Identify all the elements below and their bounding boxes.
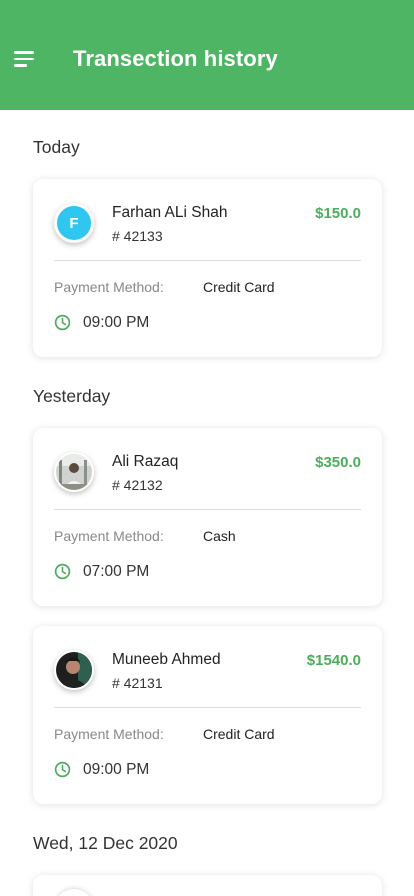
transaction-card[interactable] bbox=[33, 875, 382, 896]
transaction-ref: # 42133 bbox=[112, 228, 163, 244]
transaction-time: 07:00 PM bbox=[83, 563, 150, 580]
transaction-amount: $150.0 bbox=[315, 205, 361, 222]
avatar-letter: F bbox=[69, 214, 79, 232]
avatar bbox=[54, 889, 94, 896]
customer-name: Ali Razaq bbox=[112, 453, 179, 470]
divider bbox=[54, 509, 361, 510]
payment-method-label: Payment Method: bbox=[54, 528, 164, 544]
clock-icon bbox=[54, 563, 71, 580]
payment-method-label: Payment Method: bbox=[54, 726, 164, 742]
avatar bbox=[54, 650, 94, 690]
transaction-ref: # 42132 bbox=[112, 477, 163, 493]
transaction-amount: $350.0 bbox=[315, 454, 361, 471]
clock-icon bbox=[54, 314, 71, 331]
app-bar: Transection history bbox=[0, 0, 414, 110]
transaction-list[interactable]: Today F Farhan ALi Shah # 42133 $150.0 P… bbox=[0, 110, 414, 896]
customer-name: Muneeb Ahmed bbox=[112, 651, 221, 668]
transaction-card[interactable]: Muneeb Ahmed # 42131 $1540.0 Payment Met… bbox=[33, 626, 382, 804]
user-photo-icon bbox=[56, 652, 92, 688]
avatar bbox=[54, 452, 94, 492]
customer-name: Farhan ALi Shah bbox=[112, 204, 228, 221]
section-title-today: Today bbox=[33, 137, 80, 157]
section-title-date: Wed, 12 Dec 2020 bbox=[33, 833, 178, 853]
section-title-yesterday: Yesterday bbox=[33, 386, 111, 406]
page-title: Transection history bbox=[73, 46, 278, 71]
payment-method-label: Payment Method: bbox=[54, 279, 164, 295]
divider bbox=[54, 707, 361, 708]
transaction-time: 09:00 PM bbox=[83, 314, 150, 331]
payment-method-value: Credit Card bbox=[203, 279, 275, 295]
clock-icon bbox=[54, 761, 71, 778]
hamburger-menu-icon[interactable] bbox=[14, 51, 34, 67]
payment-method-value: Credit Card bbox=[203, 726, 275, 742]
transaction-time: 09:00 PM bbox=[83, 761, 150, 778]
avatar: F bbox=[54, 203, 94, 243]
transaction-card[interactable]: F Farhan ALi Shah # 42133 $150.0 Payment… bbox=[33, 179, 382, 357]
user-photo-icon bbox=[56, 454, 92, 490]
divider bbox=[54, 260, 361, 261]
transaction-card[interactable]: Ali Razaq # 42132 $350.0 Payment Method:… bbox=[33, 428, 382, 606]
transaction-ref: # 42131 bbox=[112, 675, 163, 691]
transaction-amount: $1540.0 bbox=[306, 652, 361, 669]
payment-method-value: Cash bbox=[203, 528, 236, 544]
